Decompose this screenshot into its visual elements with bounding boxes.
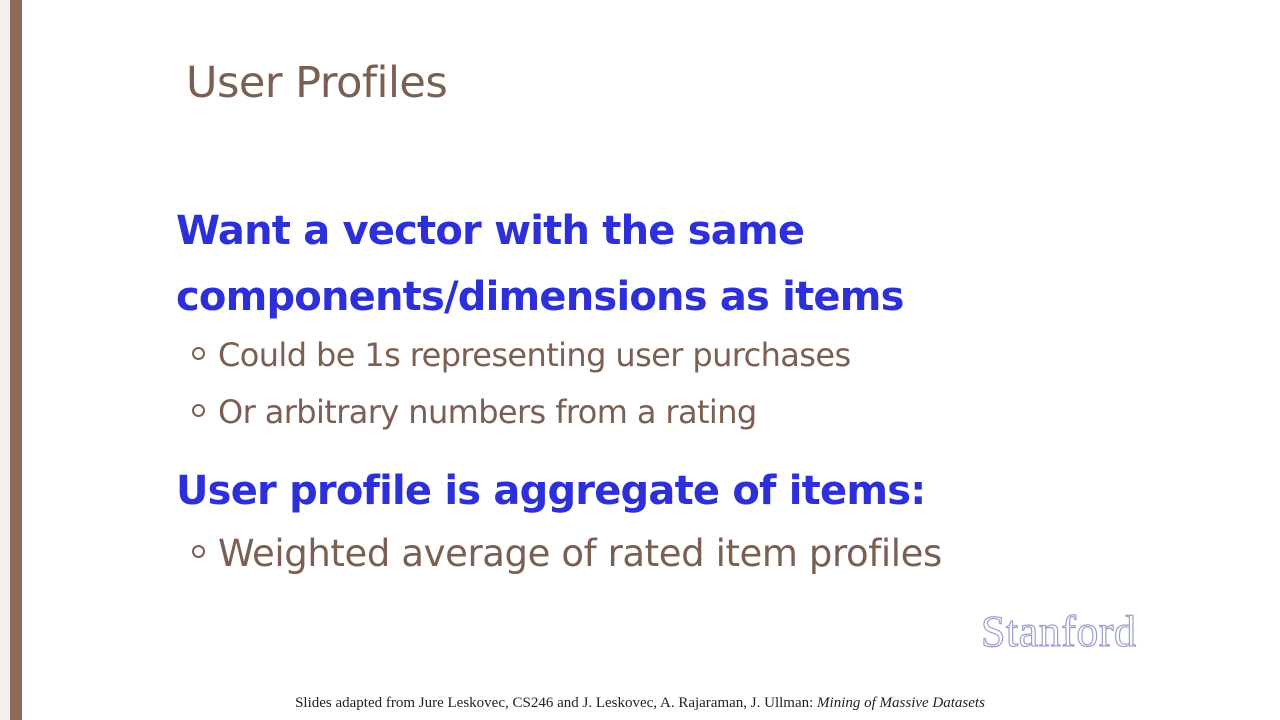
bullet-text: Weighted average of rated item profiles [218,532,942,575]
slide-title: User Profiles [186,58,448,108]
footer-book-title: Mining of Massive Datasets [817,695,985,711]
bullet-item: Or arbitrary numbers from a rating [192,393,757,431]
heading-vector-line1: Want a vector with the same [176,208,805,254]
bullet-text: Could be 1s representing user purchases [218,336,851,374]
heading-vector-line2: components/dimensions as items [176,274,904,320]
slide: User Profiles Want a vector with the sam… [0,0,1280,720]
left-accent-bar [10,0,22,720]
bullet-circle-icon [192,346,205,360]
heading-aggregate: User profile is aggregate of items: [176,468,926,514]
footer-credit: Slides adapted from Jure Leskovec, CS246… [0,695,1280,712]
footer-text: Slides adapted from Jure Leskovec, CS246… [295,695,818,711]
bullet-item: Weighted average of rated item profiles [192,532,942,575]
bullet-circle-icon [192,403,205,417]
left-margin [0,0,10,720]
stanford-logo: Stanford [980,606,1137,656]
heading-vector: Want a vector with the same components/d… [176,198,904,330]
bullet-text: Or arbitrary numbers from a rating [218,393,757,431]
bullet-circle-icon [192,545,205,558]
bullet-item: Could be 1s representing user purchases [192,336,851,374]
